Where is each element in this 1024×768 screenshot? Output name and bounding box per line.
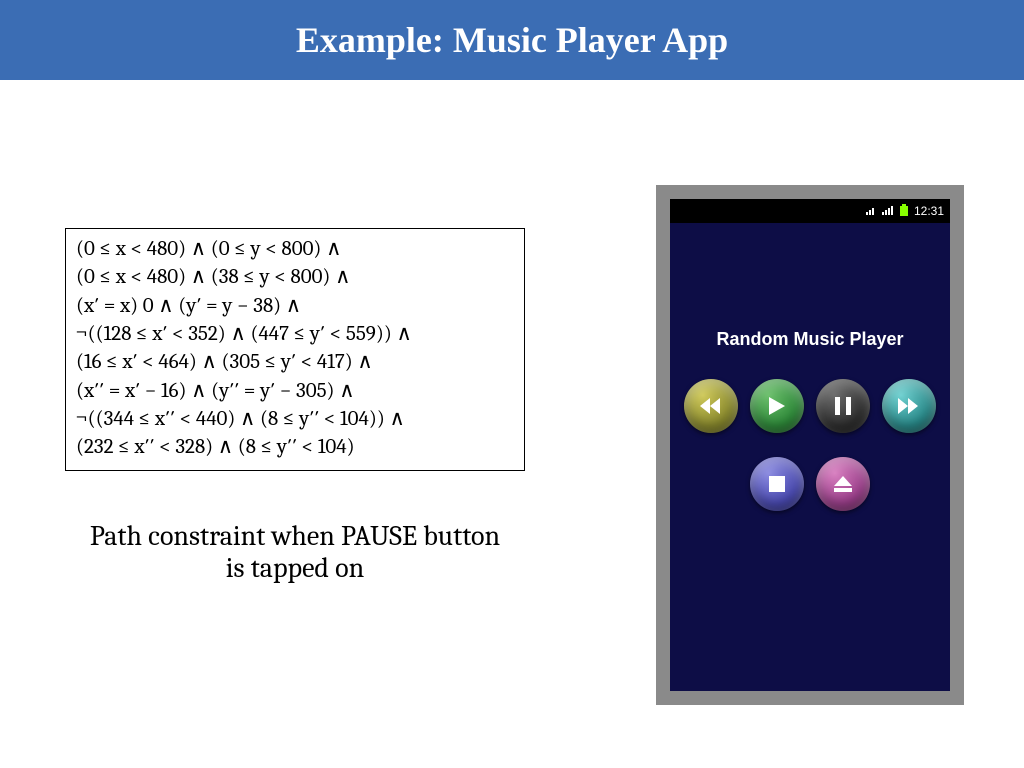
status-bar: 12:31 [670,199,950,223]
phone-frame: 12:31 Random Music Player [656,185,964,705]
title-bar: Example: Music Player App [0,0,1024,80]
pause-button[interactable] [816,379,870,433]
play-button[interactable] [750,379,804,433]
slide-title: Example: Music Player App [296,19,728,61]
slide-content: (0 ≤ x < 480) ∧ (0 ≤ y < 800) ∧ (0 ≤ x <… [0,80,1024,768]
path-constraint-box: (0 ≤ x < 480) ∧ (0 ≤ y < 800) ∧ (0 ≤ x <… [65,228,525,471]
network-icon [866,204,876,218]
status-time: 12:31 [914,204,944,218]
button-row-2 [670,457,950,511]
constraint-line: (16 ≤ x′ < 464) ∧ (305 ≤ y′ < 417) ∧ [76,348,514,376]
app-title: Random Music Player [670,329,950,350]
constraint-line: (0 ≤ x < 480) ∧ (38 ≤ y < 800) ∧ [76,263,514,291]
forward-icon [898,398,920,414]
stop-icon [769,476,785,492]
button-row-1 [670,379,950,433]
constraint-line: (0 ≤ x < 480) ∧ (0 ≤ y < 800) ∧ [76,235,514,263]
constraint-caption: Path constraint when PAUSE button is tap… [80,520,510,584]
constraint-line: (x′′ = x′ − 16) ∧ (y′′ = y′ − 305) ∧ [76,377,514,405]
eject-button[interactable] [816,457,870,511]
rewind-icon [700,398,722,414]
pause-icon [835,397,851,415]
constraint-line: ¬((128 ≤ x′ < 352) ∧ (447 ≤ y′ < 559)) ∧ [76,320,514,348]
stop-button[interactable] [750,457,804,511]
signal-icon [882,204,894,218]
constraint-line: ¬((344 ≤ x′′ < 440) ∧ (8 ≤ y′′ < 104)) ∧ [76,405,514,433]
eject-icon [834,476,852,492]
forward-button[interactable] [882,379,936,433]
battery-icon [900,204,908,219]
rewind-button[interactable] [684,379,738,433]
phone-screen: 12:31 Random Music Player [670,199,950,691]
constraint-line: (x′ = x) 0 ∧ (y′ = y − 38) ∧ [76,292,514,320]
constraint-line: (232 ≤ x′′ < 328) ∧ (8 ≤ y′′ < 104) [76,433,514,461]
play-icon [769,397,785,415]
slide: Example: Music Player App (0 ≤ x < 480) … [0,0,1024,768]
